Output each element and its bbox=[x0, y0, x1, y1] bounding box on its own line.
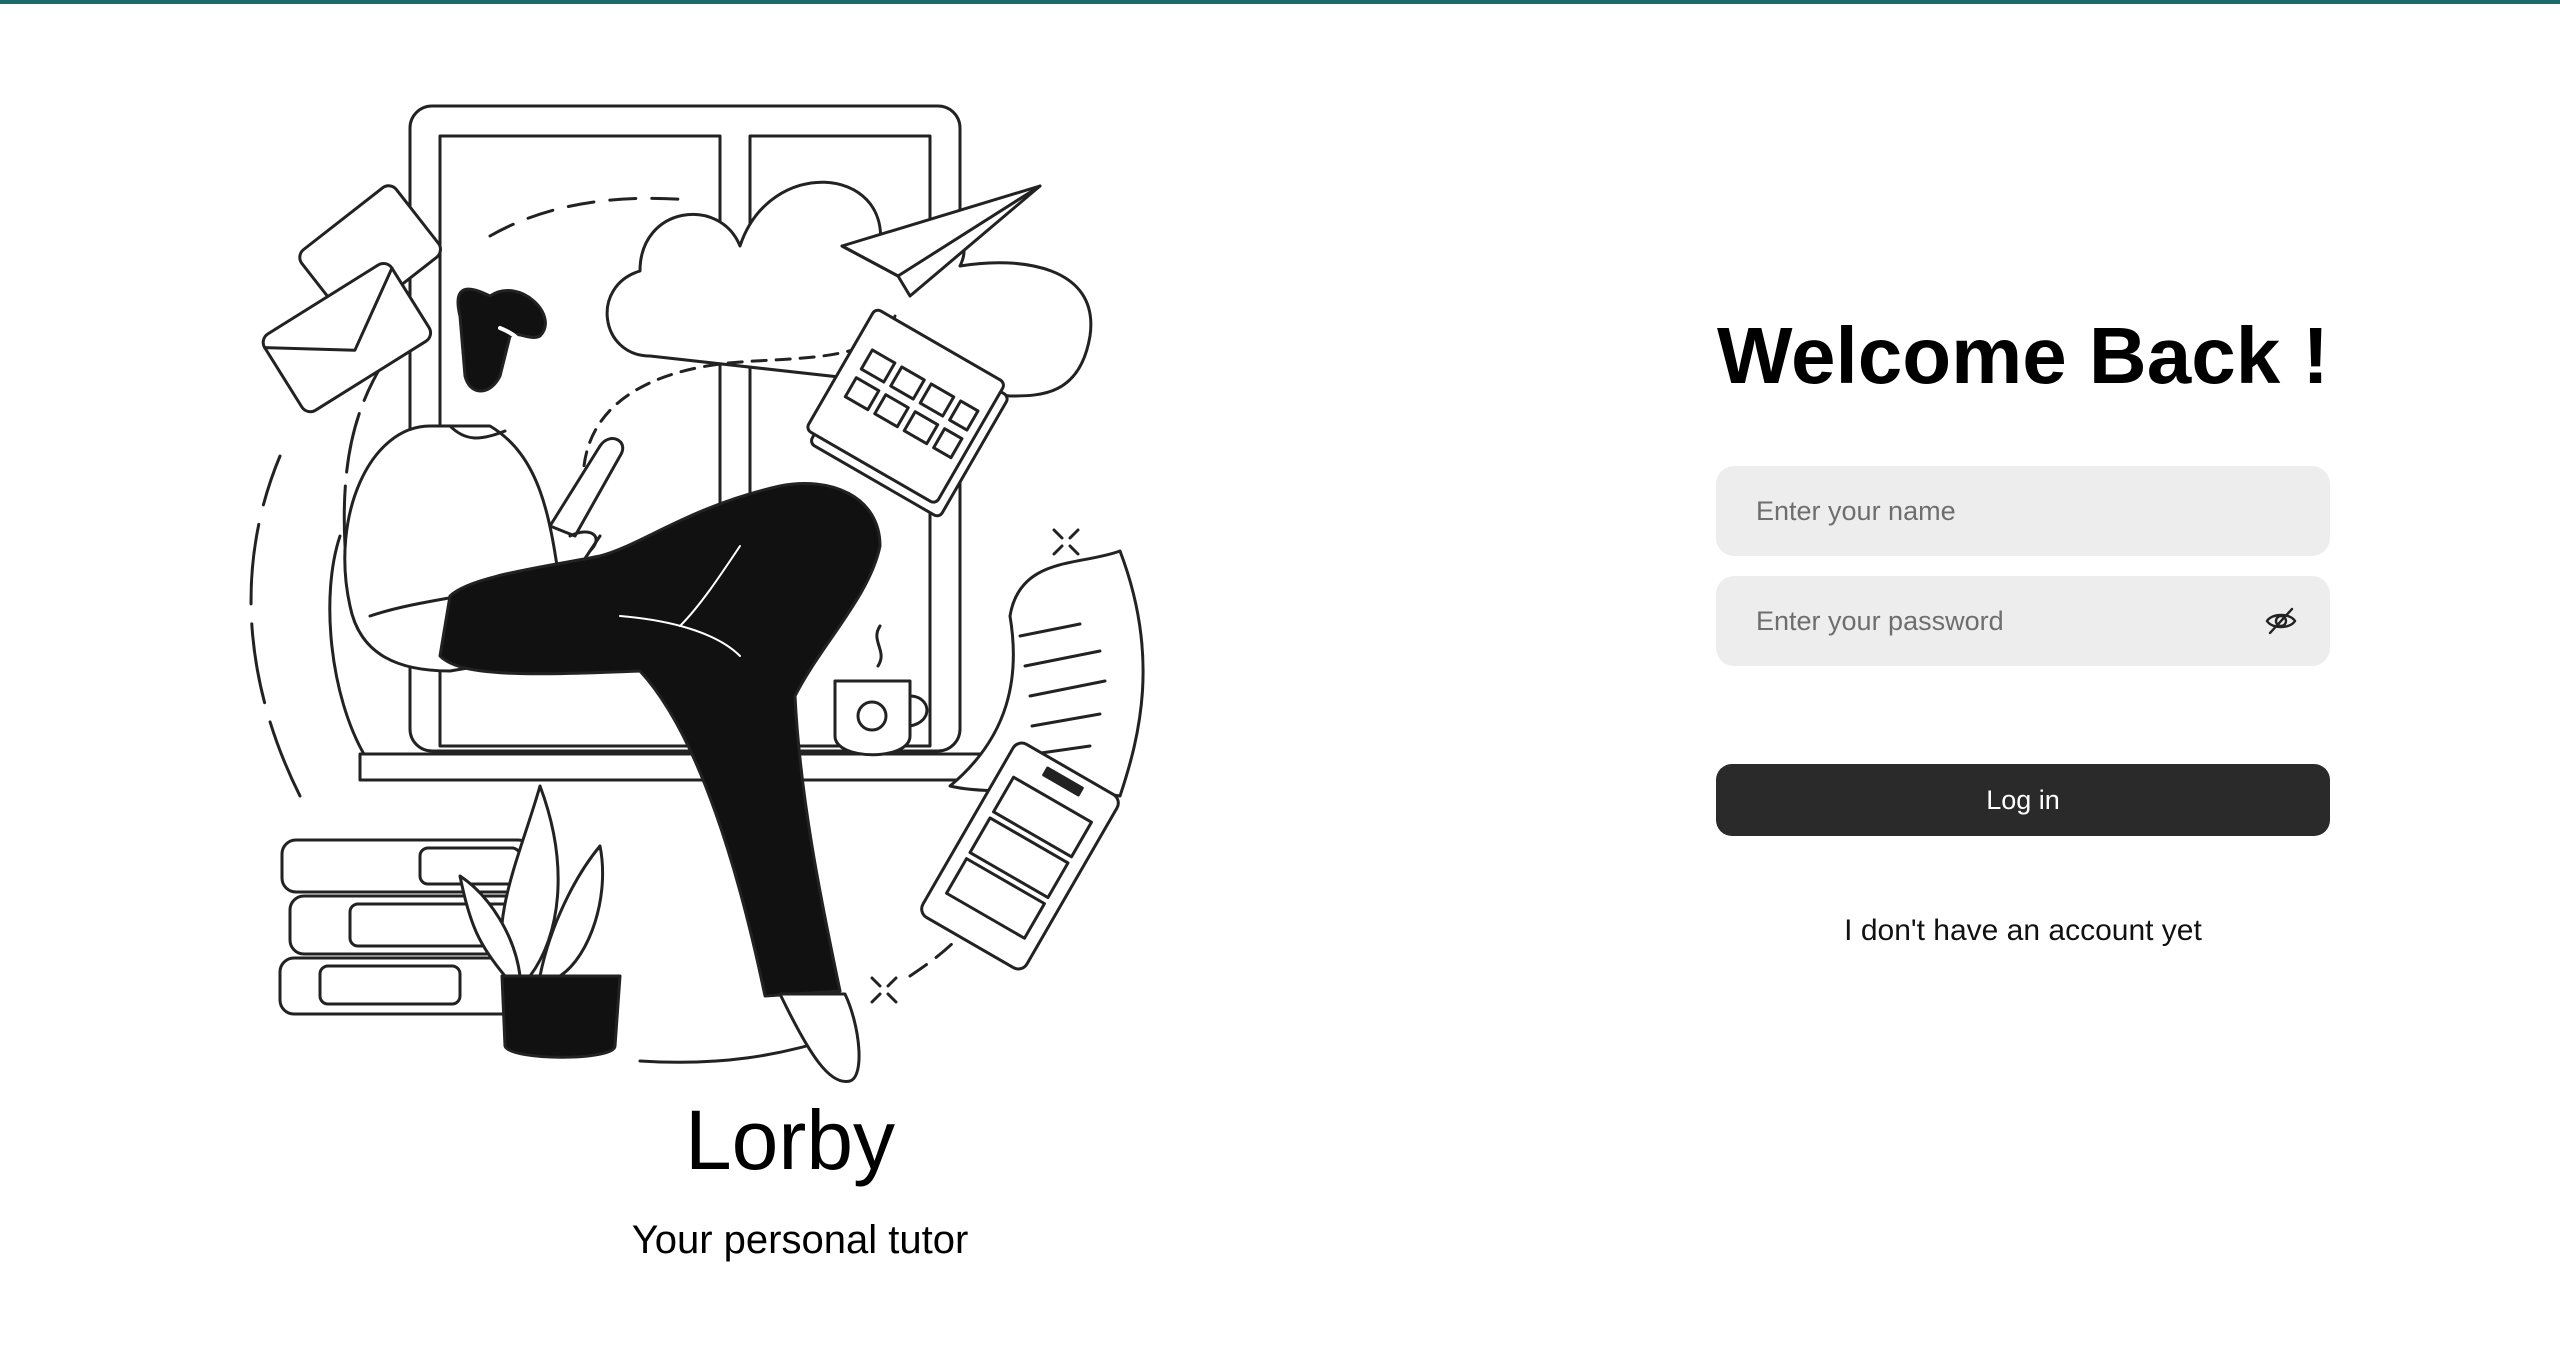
eye-off-icon[interactable] bbox=[2264, 606, 2298, 636]
login-button[interactable]: Log in bbox=[1716, 764, 2330, 836]
login-form: Welcome Back ! Log in I don't have an ac… bbox=[1716, 300, 2330, 948]
brand-name: Lorby bbox=[684, 1093, 896, 1187]
name-field-wrapper bbox=[1716, 466, 2330, 556]
name-input[interactable] bbox=[1716, 466, 2330, 556]
password-input[interactable] bbox=[1716, 576, 2330, 666]
page-title: Welcome Back ! bbox=[1716, 311, 2330, 400]
signup-link[interactable]: I don't have an account yet bbox=[1716, 914, 2330, 948]
login-fields bbox=[1716, 466, 2330, 666]
brand-panel: Lorby Your personal tutor bbox=[0, 0, 1600, 1362]
man-on-windowsill-illustration bbox=[249, 104, 1145, 1084]
brand-tagline: Your personal tutor bbox=[631, 1218, 969, 1262]
password-field-wrapper bbox=[1716, 576, 2330, 666]
